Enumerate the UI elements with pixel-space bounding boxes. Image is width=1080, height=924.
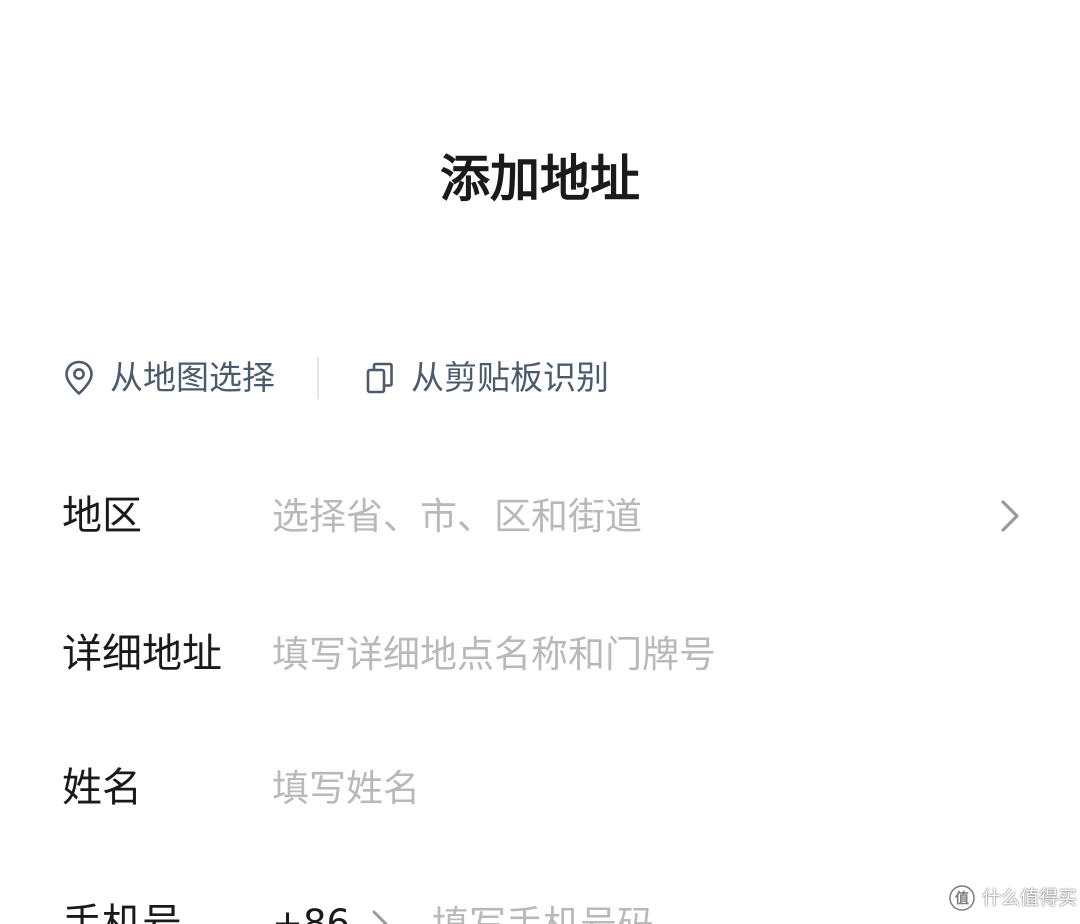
recognize-from-clipboard-label: 从剪贴板识别: [411, 358, 609, 397]
detail-address-row: 详细地址: [0, 614, 1080, 694]
add-address-page: 添加地址 从地图选择 从剪贴板识别 地区 选择省、市、区和街道 详细地址 填写详…: [0, 0, 1080, 924]
watermark-text: 什么值得买: [982, 887, 1078, 909]
quick-actions-divider: [317, 357, 319, 399]
region-row[interactable]: 地区: [0, 476, 1080, 556]
select-from-map-label: 从地图选择: [110, 358, 275, 397]
name-input[interactable]: [272, 754, 972, 822]
watermark-logo-icon: 值: [948, 884, 976, 912]
name-label: 姓名: [62, 765, 142, 811]
region-label: 地区: [62, 493, 142, 539]
detail-address-label: 详细地址: [62, 631, 222, 677]
page-title: 添加地址: [440, 150, 640, 208]
country-code-selector[interactable]: +86: [272, 884, 350, 924]
phone-input[interactable]: [432, 890, 952, 924]
phone-label: 手机号: [62, 901, 182, 924]
location-pin-icon: [62, 359, 96, 397]
detail-address-input[interactable]: [272, 620, 972, 688]
svg-text:值: 值: [955, 890, 969, 907]
region-selector[interactable]: [272, 482, 972, 550]
name-row: 姓名: [0, 748, 1080, 828]
watermark: 值 什么值得买: [948, 884, 1077, 912]
copy-icon: [363, 359, 397, 397]
chevron-right-icon: [990, 496, 1030, 536]
chevron-right-icon: [364, 906, 396, 924]
phone-row: 手机号 +86: [0, 884, 1080, 924]
recognize-from-clipboard-button[interactable]: 从剪贴板识别: [363, 358, 609, 398]
quick-actions-bar: 从地图选择 从剪贴板识别: [62, 350, 609, 406]
select-from-map-button[interactable]: 从地图选择: [62, 358, 275, 398]
